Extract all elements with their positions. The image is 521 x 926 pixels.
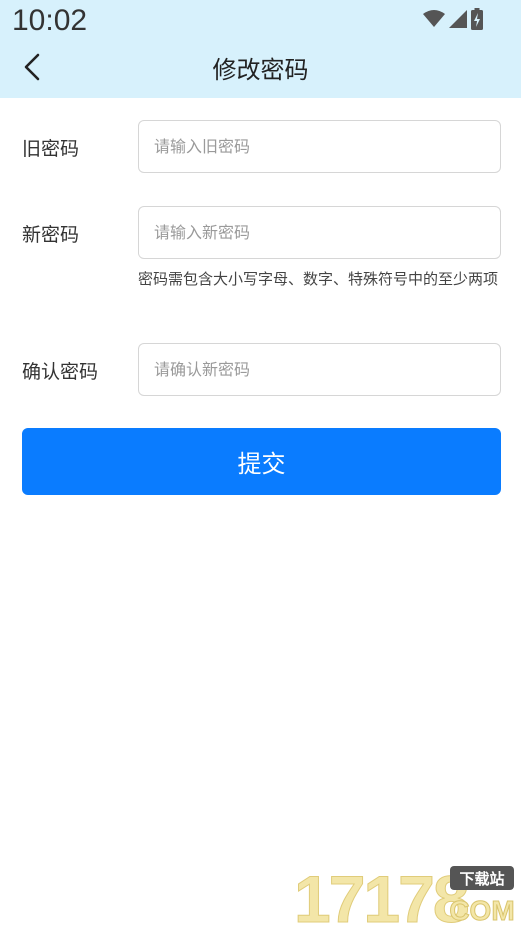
watermark-logo: 17178 下载站 COM [294,864,516,926]
watermark-domain: COM [449,895,514,926]
confirm-password-label: 确认密码 [22,361,99,383]
password-hint: 密码需包含大小写字母、数字、特殊符号中的至少两项 [138,270,499,288]
app-header: 10:02 修改密码 [0,0,521,98]
page-title: 修改密码 [212,56,309,84]
signal-icon [449,10,467,28]
confirm-password-input[interactable] [138,343,501,396]
new-password-label: 新密码 [22,224,80,246]
new-password-input[interactable] [138,206,501,259]
battery-icon [471,8,483,30]
old-password-input[interactable] [138,120,501,173]
status-icons [423,8,483,30]
watermark-tag: 下载站 [459,870,504,888]
wifi-icon [423,10,445,27]
status-time: 10:02 [12,4,88,37]
submit-button[interactable]: 提交 [22,428,501,495]
old-password-label: 旧密码 [22,138,80,160]
watermark-brand: 17178 [294,864,468,926]
